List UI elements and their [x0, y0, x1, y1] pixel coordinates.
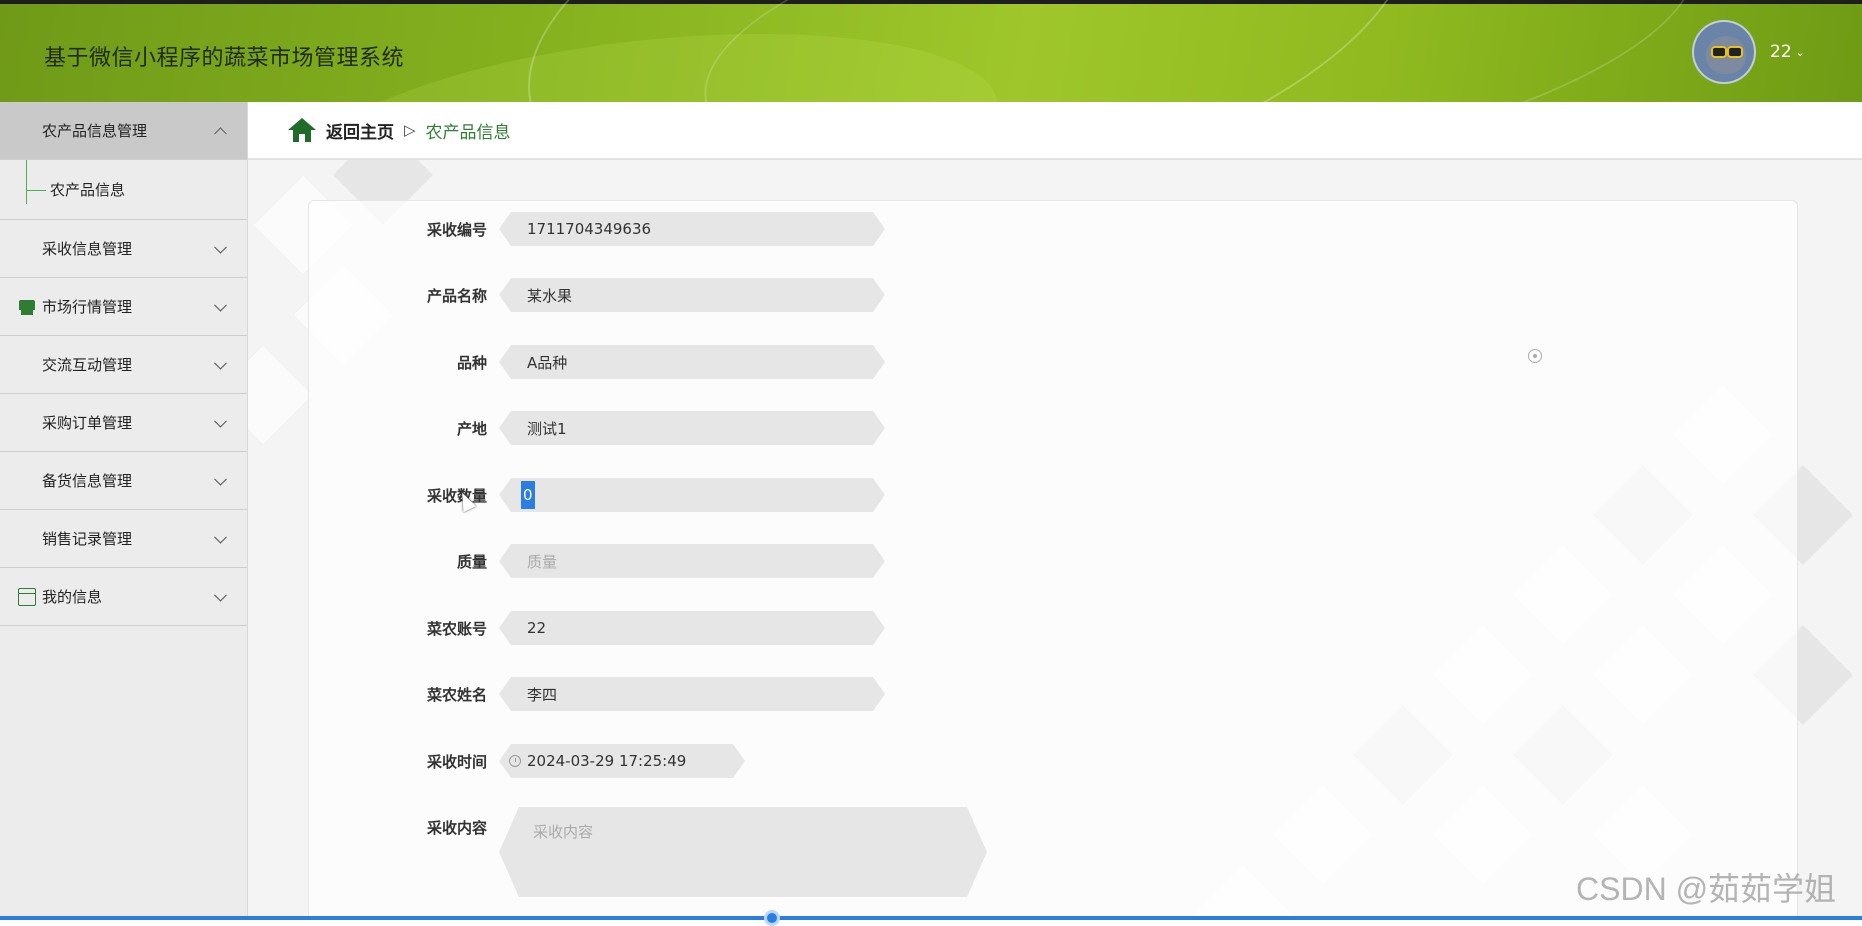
sidebar-item-sales[interactable]: 销售记录管理: [0, 510, 247, 568]
clear-icon[interactable]: [1528, 349, 1542, 363]
form-row-harvest-id: 采收编号 1711704349636: [309, 209, 885, 249]
form-row-quantity: 采收数量 0: [309, 475, 885, 515]
grid-icon: [18, 414, 36, 432]
chevron-down-icon: [214, 298, 227, 312]
sidebar-item-label: 销售记录管理: [42, 530, 133, 548]
chevron-down-icon: [214, 530, 227, 544]
clock-icon: [509, 755, 521, 767]
field-label: 采收内容: [426, 819, 487, 837]
chevron-down-icon: [214, 588, 227, 602]
chevron-up-icon: [214, 126, 227, 140]
sidebar-item-label: 备货信息管理: [42, 472, 133, 490]
harvest-content-textarea[interactable]: 采收内容: [499, 807, 987, 897]
form-row-product-name: 产品名称 某水果: [309, 275, 885, 315]
field-label: 菜农姓名: [426, 685, 487, 704]
watermark: CSDN @茹茹学姐: [1576, 871, 1837, 907]
sidebar-item-my-info[interactable]: 我的信息: [0, 568, 247, 626]
chevron-down-icon: [214, 240, 227, 254]
grid-icon: [18, 530, 36, 548]
harvest-time-picker[interactable]: 2024-03-29 17:25:49: [499, 744, 745, 778]
origin-field[interactable]: 测试1: [499, 411, 885, 445]
grid-icon: [18, 472, 36, 490]
sidebar-item-label: 采购订单管理: [42, 414, 133, 432]
sidebar-item-label: 交流互动管理: [42, 356, 133, 374]
home-icon[interactable]: [288, 118, 316, 142]
breadcrumb-home-link[interactable]: 返回主页: [326, 118, 394, 143]
chevron-down-icon: [214, 472, 227, 486]
grid-icon: [18, 240, 36, 258]
user-menu[interactable]: 22 ⌄: [1770, 42, 1805, 62]
chevron-down-icon: [214, 414, 227, 428]
grid-icon: [18, 356, 36, 374]
detail-form: 采收编号 1711704349636 产品名称 某水果 品种 A品种 产地 测试…: [308, 200, 1798, 920]
form-row-farmer-account: 菜农账号 22: [309, 608, 885, 648]
selected-text: 0: [521, 481, 535, 509]
sidebar-item-label: 农产品信息管理: [42, 122, 148, 140]
app-title: 基于微信小程序的蔬菜市场管理系统: [44, 46, 405, 71]
sidebar-item-stock[interactable]: 备货信息管理: [0, 452, 247, 510]
quality-field[interactable]: 质量: [499, 544, 885, 578]
tree-line: [26, 190, 46, 191]
sidebar-item-product-info[interactable]: 农产品信息管理: [0, 102, 247, 160]
grid-icon: [18, 122, 36, 140]
username: 22: [1770, 42, 1792, 62]
avatar[interactable]: [1692, 20, 1756, 84]
form-row-origin: 产地 测试1: [309, 408, 885, 448]
breadcrumb: 返回主页 ▷ 农产品信息: [248, 102, 1862, 160]
harvest-time-value: 2024-03-29 17:25:49: [527, 752, 687, 770]
quantity-field[interactable]: 0: [499, 478, 885, 512]
field-label: 菜农账号: [426, 619, 487, 638]
form-row-farmer-name: 菜农姓名 李四: [309, 674, 885, 714]
field-label: 产地: [456, 419, 487, 438]
form-row-harvest-content: 采收内容 采收内容: [309, 807, 987, 897]
harvest-id-field[interactable]: 1711704349636: [499, 212, 885, 246]
breadcrumb-current: 农产品信息: [425, 122, 511, 143]
sidebar: 农产品信息管理 农产品信息 采收信息管理 市场行情管理 交流互动管理 采购订单管…: [0, 102, 248, 920]
sidebar-item-interaction[interactable]: 交流互动管理: [0, 336, 247, 394]
top-header: 基于微信小程序的蔬菜市场管理系统 22 ⌄: [0, 0, 1862, 102]
background-tile: [248, 345, 313, 445]
sidebar-subitem-label: 农产品信息: [50, 181, 126, 199]
store-icon: [18, 298, 36, 316]
sidebar-item-label: 市场行情管理: [42, 298, 133, 316]
variety-field[interactable]: A品种: [499, 345, 885, 379]
product-name-field[interactable]: 某水果: [499, 278, 885, 312]
sidebar-item-harvest[interactable]: 采收信息管理: [0, 220, 247, 278]
form-row-harvest-time: 采收时间 2024-03-29 17:25:49: [309, 741, 745, 781]
field-label: 质量: [456, 552, 487, 571]
chevron-down-icon: ⌄: [1795, 45, 1805, 59]
field-label: 产品名称: [426, 286, 487, 305]
form-row-quality: 质量 质量: [309, 541, 885, 581]
main-content: 采收编号 1711704349636 产品名称 某水果 品种 A品种 产地 测试…: [248, 160, 1862, 920]
farmer-name-field[interactable]: 李四: [499, 677, 885, 711]
field-label: 采收时间: [426, 752, 487, 771]
header-decoration: [683, 0, 1717, 102]
tree-line: [26, 160, 27, 204]
scrollbar-track[interactable]: [0, 916, 1862, 920]
avatar-glasses: [1727, 46, 1743, 58]
field-label: 品种: [456, 353, 487, 372]
breadcrumb-separator: ▷: [404, 121, 416, 139]
scrollbar-handle[interactable]: [764, 910, 780, 926]
form-row-variety: 品种 A品种: [309, 342, 885, 382]
wallet-icon: [18, 587, 36, 606]
sidebar-item-label: 我的信息: [42, 588, 103, 606]
sidebar-subitem-product-info[interactable]: 农产品信息: [0, 160, 247, 220]
sidebar-item-market[interactable]: 市场行情管理: [0, 278, 247, 336]
avatar-glasses: [1711, 46, 1727, 58]
sidebar-item-label: 采收信息管理: [42, 240, 133, 258]
sidebar-item-purchase-orders[interactable]: 采购订单管理: [0, 394, 247, 452]
farmer-account-field[interactable]: 22: [499, 611, 885, 645]
chevron-down-icon: [214, 356, 227, 370]
field-label: 采收编号: [426, 220, 487, 239]
